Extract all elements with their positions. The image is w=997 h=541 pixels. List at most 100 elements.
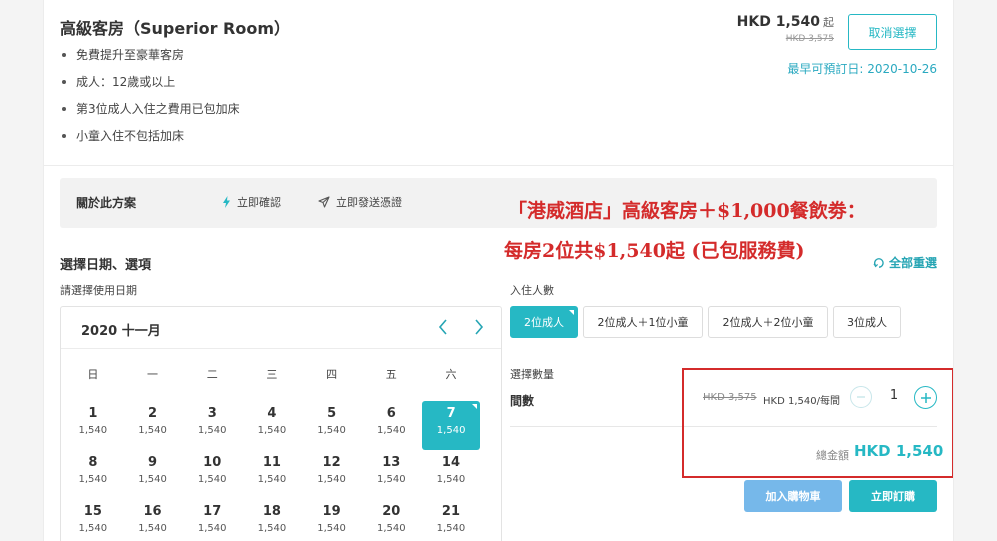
unit-price: HKD 1,540/每間 [763,396,840,407]
guest-option[interactable]: 3位成人 [833,306,901,338]
weekday-header: 六 [445,368,457,381]
day-number: 10 [203,455,222,470]
day-price: 1,540 [138,523,167,534]
day-number: 12 [322,455,341,470]
total-amount: HKD 1,540 [854,442,944,460]
calendar-day[interactable]: 17 1,540 [182,499,242,541]
room-features: 免費提升至豪華客房 成人：12歲或以上 第3位成人入住之費用已包加床 小童入住不… [60,46,240,154]
day-number: 17 [203,504,222,519]
promo-line-1: 「港威酒店」高級客房＋$1,000餐飲劵： [508,200,866,222]
price-value: HKD 1,540 [736,14,820,30]
day-price: 1,540 [436,474,466,485]
minus-icon [857,396,865,398]
divider [510,426,937,427]
calendar-day[interactable]: 5 1,540 [302,401,362,450]
day-number: 7 [446,406,456,421]
divider [44,165,953,166]
price-suffix: 起 [823,16,834,29]
guest-option[interactable]: 2位成人＋1位小童 [583,306,703,338]
day-price: 1,540 [197,474,227,485]
day-number: 14 [441,455,461,470]
decrease-quantity-button[interactable] [850,386,872,408]
day-price: 1,540 [436,523,466,534]
price-block: HKD 1,540 起 HKD 3,575 [737,14,834,44]
lightning-icon [223,196,230,208]
day-number: 1 [88,406,98,421]
reset-all-button[interactable]: 全部重選 [873,254,937,271]
day-price: 1,540 [436,425,466,436]
day-number: 8 [88,455,98,470]
calendar-day[interactable]: 12 1,540 [302,450,362,499]
weekday-header: 五 [385,368,397,381]
calendar-day[interactable]: 19 1,540 [302,499,362,541]
calendar-day[interactable]: 3 1,540 [182,401,242,450]
day-price: 1,540 [78,523,108,534]
calendar-day[interactable]: 9 1,540 [123,450,183,499]
unit-price-original: HKD 3,575 [703,392,757,403]
quantity-label: 選擇數量 [510,368,554,381]
day-price: 1,540 [257,425,287,436]
day-number: 19 [322,504,341,519]
day-price: 1,540 [138,474,167,485]
weekday-header: 日 [87,368,99,381]
calendar-day[interactable]: 14 1,540 [421,450,481,499]
calendar-day[interactable]: 20 1,540 [361,499,421,541]
day-price: 1,540 [197,425,227,436]
guest-option[interactable]: 2位成人＋2位小童 [708,306,828,338]
day-number: 20 [382,504,401,519]
day-number: 11 [262,455,281,470]
reset-all-label: 全部重選 [888,256,937,270]
calendar-day[interactable]: 2 1,540 [123,401,183,450]
plus-icon [920,392,931,403]
add-to-cart-button[interactable]: 加入購物車 [744,480,842,512]
day-price: 1,540 [317,523,346,534]
select-date-title: 選擇日期、選項 [60,258,152,273]
day-price: 1,540 [317,474,346,485]
weekday-header: 四 [326,368,338,381]
instant-confirm-label: 立即確認 [237,196,281,209]
feature-item: 免費提升至豪華客房 [60,46,240,73]
calendar-next-button[interactable] [469,317,489,337]
refresh-icon [873,257,884,268]
calendar-prev-button[interactable] [433,317,453,337]
calendar-day[interactable]: 6 1,540 [361,401,421,450]
chevron-left-icon [438,319,447,335]
calendar-day[interactable]: 21 1,540 [421,499,481,541]
package-card: 高級客房（Superior Room） 免費提升至豪華客房 成人：12歲或以上 … [43,0,954,541]
promo-line-2: 每房2位共$1,540起 (已包服務費) [504,240,805,262]
weekday-header: 二 [206,368,218,381]
increase-quantity-button[interactable] [914,386,937,409]
calendar-day[interactable]: 8 1,540 [63,450,123,499]
calendar-day[interactable]: 7 1,540 [422,401,481,450]
day-number: 3 [207,406,217,421]
day-number: 18 [262,504,281,519]
calendar-day[interactable]: 1 1,540 [63,401,123,450]
room-count-label: 間數 [510,394,535,408]
day-number: 9 [148,455,158,470]
price-original: HKD 3,575 [785,34,834,44]
calendar-day[interactable]: 4 1,540 [242,401,302,450]
feature-item: 第3位成人入住之費用已包加床 [60,100,240,127]
day-price: 1,540 [317,425,346,436]
guests-label: 入住人數 [510,284,554,297]
book-now-button[interactable]: 立即訂購 [849,480,937,512]
calendar-day[interactable]: 11 1,540 [242,450,302,499]
calendar-day[interactable]: 16 1,540 [123,499,183,541]
calendar-month: 2020 十一月 [81,324,161,339]
calendar-day[interactable]: 10 1,540 [182,450,242,499]
room-title: 高級客房（Superior Room） [60,19,291,38]
day-price: 1,540 [78,474,108,485]
guest-option[interactable]: 2位成人 [510,306,578,338]
calendar-day[interactable]: 13 1,540 [361,450,421,499]
calendar-header: 2020 十一月 [61,307,501,349]
day-price: 1,540 [138,425,167,436]
day-number: 21 [441,504,461,519]
day-number: 2 [148,406,158,421]
calendar-day[interactable]: 15 1,540 [63,499,123,541]
calendar-day[interactable]: 18 1,540 [242,499,302,541]
quantity-value: 1 [889,388,899,403]
day-number: 5 [327,406,337,421]
day-number: 15 [83,504,102,519]
price-main: HKD 1,540 起 [737,14,834,30]
cancel-selection-button[interactable]: 取消選擇 [848,14,937,50]
